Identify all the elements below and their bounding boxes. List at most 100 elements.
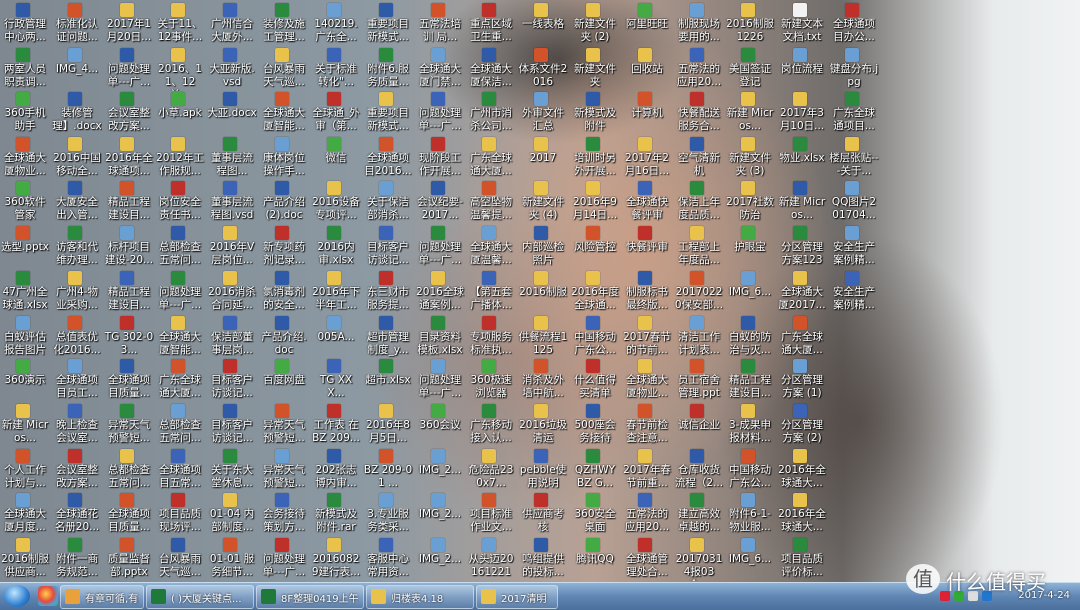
desktop-icon[interactable]: 制服现场要用的... [674,2,724,46]
desktop-icon[interactable]: 总值表优化2016... [52,315,102,359]
desktop-icon[interactable]: 产品介绍(2).doc [259,180,309,224]
desktop-icon[interactable]: 高空坠物温馨提... [466,180,516,224]
desktop-icon[interactable]: 五常法培训 局... [415,2,465,46]
desktop-icon[interactable]: 五常法的应用20... [674,47,724,91]
desktop-icon[interactable]: 360安全桌面 [570,492,620,536]
desktop-icon[interactable]: 附件6-1-物业服... [725,492,775,536]
desktop-icon[interactable]: QZHWY BZ G... [570,448,620,492]
desktop-icon[interactable]: 360会议 [415,403,465,447]
desktop-icon[interactable]: 体系文件2016 [518,47,568,91]
desktop-icon[interactable]: 全球通大厦智能... [155,315,205,359]
desktop-icon[interactable]: 标杆项目建设-20... [104,225,154,269]
desktop-icon[interactable]: 广州信合大厦外... [207,2,257,46]
desktop-icon[interactable]: 2016制服 [518,270,568,314]
desktop-icon[interactable]: 01-04 内部制度... [207,492,257,536]
desktop-icon[interactable]: 47广州全球通.xlsx [0,270,50,314]
desktop-icon[interactable]: 2017年1月20日... [104,2,154,46]
desktop-icon[interactable]: 全球通项目员工... [52,358,102,402]
desktop-icon[interactable]: 供应商考核 [518,492,568,536]
desktop-icon[interactable]: 供餐流程1125 [518,315,568,359]
desktop-icon[interactable]: 白蚁评估报告图片 [0,315,50,359]
desktop-icon[interactable]: 快餐评审 [622,225,672,269]
desktop-icon[interactable]: TG 302-03... [104,315,154,359]
desktop-icon[interactable]: pebble使用说明 [518,448,568,492]
desktop-icon[interactable]: 新专项药剂记录... [259,225,309,269]
desktop-icon[interactable]: 全球通快餐评审 [622,180,672,224]
desktop-icon[interactable]: 新建文件夹 (3) [725,136,775,180]
desktop-icon[interactable]: 选型.pptx [0,225,50,269]
desktop-icon[interactable]: 广东全球通大厦... [777,315,827,359]
desktop-icon[interactable]: 2016制服1226 [725,2,775,46]
desktop-icon[interactable]: 2017年3月10日... [777,91,827,135]
desktop-icon[interactable]: 500座会务接待 [570,403,620,447]
desktop-icon[interactable]: 360软件管家 [0,180,50,224]
desktop-icon[interactable]: 2016年全球通大... [777,448,827,492]
desktop-icon[interactable]: 大亚新版.vsd [207,47,257,91]
desktop-icon[interactable]: 异常天气预警短... [259,403,309,447]
desktop-icon[interactable]: 2017年春节前重... [622,448,672,492]
desktop-icon[interactable]: 全球通项目办公... [829,2,879,46]
desktop-icon[interactable]: 质量监督部.pptx [104,537,154,581]
desktop-icon[interactable]: 五常法的应用20... [622,492,672,536]
desktop-icon[interactable]: 新建文件夹 (4) [518,180,568,224]
desktop-icon[interactable]: 装修及施工管理... [259,2,309,46]
desktop-icon[interactable]: 两室人员职责调... [0,47,50,91]
desktop-icon[interactable]: 附件一商务规范... [52,537,102,581]
desktop-icon[interactable]: 鸣组提供的投标... [518,537,568,581]
desktop-icon[interactable]: 从头迈20161221 [466,537,516,581]
desktop-icon[interactable]: 目标客户访谈记... [207,403,257,447]
desktop-icon[interactable]: 20170314报03 全... [674,537,724,581]
taskbar-task[interactable]: 2017清明 [476,585,558,609]
desktop-icon[interactable]: 202张志博内审... [311,448,361,492]
desktop-icon[interactable]: 01-01 服务细节... [207,537,257,581]
desktop-icon[interactable]: 保洁上年度品质... [674,180,724,224]
desktop-icon[interactable]: 360手机助手 [0,91,50,135]
desktop-icon[interactable]: 项目品质现场评... [155,492,205,536]
desktop-icon[interactable]: 广东全球通大厦... [466,136,516,180]
desktop-icon[interactable]: 广东全球通项目... [829,91,879,135]
desktop-icon[interactable]: 中国移动广东公... [570,315,620,359]
desktop-icon[interactable]: 消杀及外墙中航... [518,358,568,402]
desktop-icon[interactable]: 2016内审.xlsx [311,225,361,269]
desktop-icon[interactable]: IMG_2... [415,537,465,581]
desktop-icon[interactable]: 会议室整改方案... [52,448,102,492]
desktop-icon[interactable]: 2012年工作服规... [155,136,205,180]
desktop-icon[interactable]: 项目标准作业文... [466,492,516,536]
desktop-icon[interactable]: 全球通管理处合... [622,537,672,581]
desktop-icon[interactable]: 总部检查五常问... [155,225,205,269]
desktop-icon[interactable]: 异常天气预警短... [104,403,154,447]
desktop-icon[interactable]: 会议室整改方案... [104,91,154,135]
desktop-icon[interactable]: 全球通大厦物业... [0,136,50,180]
desktop-icon[interactable]: 总都检查五常问... [104,448,154,492]
desktop-icon[interactable]: 台风暴雨天气巡... [259,47,309,91]
desktop-icon[interactable]: 3-成果申报材料... [725,403,775,447]
desktop-icon[interactable]: 全球通_外审（第... [311,91,361,135]
desktop-icon[interactable]: 中国移动广东公... [725,448,775,492]
desktop-icon[interactable]: 2016年下半年工... [311,270,361,314]
desktop-icon[interactable]: 岗位安全责任书... [155,180,205,224]
desktop-icon[interactable]: 白蚁的防治与灭... [725,315,775,359]
desktop-icon[interactable]: 董事层流程图.vsd [207,180,257,224]
desktop-icon[interactable]: 晚上检查会议室... [52,403,102,447]
desktop-icon[interactable]: 问题处理单---广... [415,91,465,135]
desktop-icon[interactable]: 全球通大厦温馨... [466,225,516,269]
desktop-icon[interactable]: 重点区域卫生重... [466,2,516,46]
desktop-icon[interactable]: 【第五套广播体... [466,270,516,314]
desktop-icon[interactable]: 附件6.服务质量... [363,47,413,91]
desktop-icon[interactable]: 2016、11、12关... [155,47,205,91]
desktop-icon[interactable]: 360演示 [0,358,50,402]
desktop-icon[interactable]: IMG_2... [415,448,465,492]
desktop-icon[interactable]: 岗位流程 [777,47,827,91]
desktop-icon[interactable]: 2016制服供应商... [0,537,50,581]
desktop-icon[interactable]: 分区管理方案123 [777,225,827,269]
desktop-icon[interactable]: 广东全球通大厦... [155,358,205,402]
desktop-icon[interactable]: 微信 [311,136,361,180]
desktop-icon[interactable]: 分区管理方案 (2) [777,403,827,447]
desktop-icon[interactable]: 制服标书最终版... [622,270,672,314]
desktop-icon[interactable]: 危险品230x7... [466,448,516,492]
desktop-icon[interactable]: 全球通大厦2017... [777,270,827,314]
desktop-icon[interactable]: 安全生产案例精... [829,225,879,269]
desktop-icon[interactable]: 大亚.docx [207,91,257,135]
desktop-icon[interactable]: BZ 209-01 ... [363,448,413,492]
desktop-icon[interactable]: 工作表 在 BZ 209... [311,403,361,447]
